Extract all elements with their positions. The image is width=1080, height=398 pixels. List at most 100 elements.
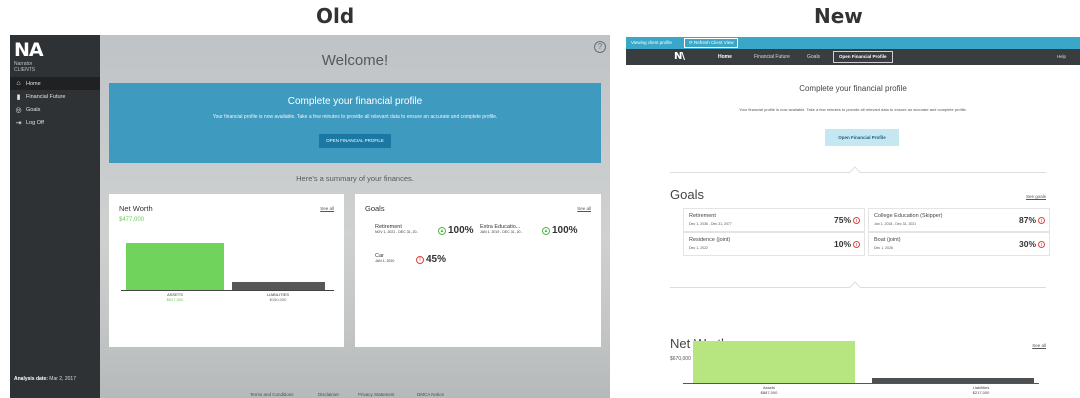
new-goals-title: Goals bbox=[670, 187, 704, 202]
old-net-worth-value: $477,000 bbox=[119, 217, 145, 223]
new-goals-see-all[interactable]: See goals bbox=[1026, 194, 1046, 199]
old-nav-item-home[interactable]: ⌂ Home bbox=[10, 77, 100, 90]
new-nav-home[interactable]: Home bbox=[718, 54, 732, 60]
old-nav-item-goals[interactable]: ◎ Goals bbox=[10, 103, 100, 116]
footer-link-dmca[interactable]: DMCA Notice bbox=[417, 392, 444, 397]
new-goal-dates: Dec 1, 2026 bbox=[874, 246, 893, 250]
new-nav-bar: N\ Home Financial Future Goals Open Fina… bbox=[626, 49, 1080, 65]
old-goal-pct-value: 100% bbox=[552, 225, 578, 236]
chart-bar-icon: ▮ bbox=[16, 93, 21, 101]
old-goal-item[interactable]: Extra Educatio... JAN 1, 2019 - DEC 31, … bbox=[480, 224, 600, 236]
old-nav-label: Log Off bbox=[26, 119, 44, 126]
new-heading: New bbox=[814, 4, 863, 28]
alert-icon: ! bbox=[1038, 240, 1045, 248]
old-goals-card: Goals See all Retirement NOV 1, 2021 - D… bbox=[355, 194, 601, 347]
new-profile-text: Your financial profile is now available.… bbox=[739, 107, 967, 112]
new-goal-pct: 10% ! bbox=[834, 239, 860, 249]
analysis-date-value: Mar 2, 2017 bbox=[49, 376, 76, 382]
new-client-bar: Viewing client profile ⟳ Refresh Client … bbox=[626, 37, 1080, 49]
new-profile-title: Complete your financial profile bbox=[799, 84, 907, 93]
new-goal-pct-value: 75% bbox=[833, 215, 851, 225]
analysis-date-label: Analysis date: bbox=[14, 376, 48, 382]
new-liabilities-label: Liabilities $217,000 bbox=[931, 385, 1031, 395]
old-chart-axis bbox=[121, 290, 334, 291]
old-net-worth-title: Net Worth bbox=[119, 204, 153, 213]
old-logo: NA bbox=[14, 39, 44, 61]
new-nav-open-profile-button[interactable]: Open Financial Profile bbox=[833, 51, 893, 63]
old-summary-text: Here's a summary of your finances. bbox=[296, 174, 414, 183]
new-goal-item[interactable]: College Education (Skipper) Jan 1, 2018 … bbox=[868, 208, 1050, 232]
old-goal-pct-value: 45% bbox=[426, 254, 447, 265]
new-nav-goals[interactable]: Goals bbox=[807, 54, 820, 60]
old-nav-label: Financial Future bbox=[26, 93, 66, 100]
new-chart-axis bbox=[683, 383, 1039, 384]
home-icon: ⌂ bbox=[16, 80, 21, 87]
divider-chevron bbox=[849, 281, 861, 293]
new-liabilities-value: $217,000 bbox=[972, 390, 990, 395]
new-logo: N\ bbox=[674, 51, 685, 62]
new-goal-name: College Education (Skipper) bbox=[874, 213, 943, 219]
footer-link-privacy[interactable]: Privacy Statement bbox=[358, 392, 395, 397]
new-goal-item[interactable]: Boat (joint) Dec 1, 2026 30% ! bbox=[868, 232, 1050, 256]
new-screenshot: Viewing client profile ⟳ Refresh Client … bbox=[626, 37, 1080, 398]
new-net-worth-see-all[interactable]: See all bbox=[1032, 343, 1046, 348]
old-nav-label: Goals bbox=[26, 106, 41, 113]
new-assets-label: Assets $887,000 bbox=[719, 385, 819, 395]
new-goal-dates: Jan 1, 2018 - Dec 31, 2021 bbox=[874, 222, 917, 226]
new-goal-pct-value: 30% bbox=[1018, 239, 1036, 249]
new-nav-financial-future[interactable]: Financial Future bbox=[754, 54, 790, 60]
old-liabilities-bar bbox=[232, 281, 325, 290]
comparison-view: Old New NA Narrator CLIENTS ⌂ Home ▮ Fin… bbox=[0, 0, 1080, 398]
new-help-link[interactable]: Help bbox=[1057, 54, 1066, 59]
new-goal-name: Residence (joint) bbox=[689, 237, 731, 243]
old-assets-value: $627,000 bbox=[166, 297, 184, 302]
new-goal-item[interactable]: Retirement Dec 1, 2036 - Dec 31, 2077 75… bbox=[683, 208, 865, 232]
old-net-worth-card: Net Worth See all $477,000 ASSETS $627,0… bbox=[109, 194, 344, 347]
old-profile-banner: Complete your financial profile Your fin… bbox=[109, 83, 601, 163]
new-goal-name: Boat (joint) bbox=[874, 237, 901, 243]
old-heading: Old bbox=[316, 4, 355, 28]
new-goal-pct-value: 10% bbox=[833, 239, 851, 249]
old-nav-item-log-off[interactable]: ⇥ Log Off bbox=[10, 116, 100, 129]
divider-chevron bbox=[849, 166, 861, 178]
old-nav-item-financial-future[interactable]: ▮ Financial Future bbox=[10, 90, 100, 103]
new-open-profile-button[interactable]: Open Financial Profile bbox=[825, 129, 899, 146]
old-open-profile-button[interactable]: OPEN FINANCIAL PROFILE bbox=[319, 134, 391, 148]
alert-icon: ! bbox=[1038, 216, 1045, 224]
old-goal-item[interactable]: Retirement NOV 1, 2021 - DEC 31, 20.. ▲ … bbox=[375, 224, 485, 236]
new-goal-pct: 75% ! bbox=[834, 215, 860, 225]
footer-link-disclaimer[interactable]: Disclaimer bbox=[318, 392, 339, 397]
old-welcome-title: Welcome! bbox=[321, 52, 389, 69]
old-main: ? Welcome! Complete your financial profi… bbox=[100, 35, 610, 398]
old-net-worth-see-all[interactable]: See all bbox=[320, 206, 334, 211]
old-goal-pct: ▲ 100% bbox=[542, 225, 578, 236]
old-goal-pct: ! 45% bbox=[416, 254, 446, 265]
new-goal-name: Retirement bbox=[689, 213, 716, 219]
old-goal-dates: JAN 1, 2019 - DEC 31, 20.. bbox=[480, 230, 523, 234]
old-nav-label: Home bbox=[26, 80, 41, 87]
status-ok-icon: ▲ bbox=[542, 226, 550, 235]
footer-link-terms[interactable]: Terms and Conditions bbox=[250, 392, 294, 397]
new-goal-dates: Dec 1, 2036 - Dec 31, 2077 bbox=[689, 222, 732, 226]
viewing-client-text: Viewing client profile bbox=[631, 40, 672, 45]
refresh-client-view-button[interactable]: ⟳ Refresh Client View bbox=[684, 38, 739, 48]
alert-icon: ! bbox=[853, 216, 860, 224]
new-goal-pct: 30% ! bbox=[1019, 239, 1045, 249]
old-nav: ⌂ Home ▮ Financial Future ◎ Goals ⇥ Log … bbox=[10, 77, 100, 129]
new-assets-bar bbox=[693, 341, 855, 383]
old-screenshot: NA Narrator CLIENTS ⌂ Home ▮ Financial F… bbox=[10, 35, 610, 398]
target-icon: ◎ bbox=[15, 106, 22, 114]
alert-icon: ! bbox=[853, 240, 860, 248]
new-goal-pct: 87% ! bbox=[1019, 215, 1045, 225]
old-liabilities-label: LIABILITIES $150,000 bbox=[229, 292, 327, 302]
status-ok-icon: ▲ bbox=[438, 226, 446, 235]
old-goals-see-all[interactable]: See all bbox=[577, 206, 591, 211]
old-sidebar: NA Narrator CLIENTS ⌂ Home ▮ Financial F… bbox=[10, 35, 100, 398]
new-goal-pct-value: 87% bbox=[1018, 215, 1036, 225]
old-analysis-date: Analysis date: Mar 2, 2017 bbox=[14, 376, 76, 382]
old-goal-pct: ▲ 100% bbox=[438, 225, 474, 236]
new-goal-item[interactable]: Residence (joint) Dec 1, 2022 10% ! bbox=[683, 232, 865, 256]
new-assets-value: $887,000 bbox=[760, 390, 778, 395]
old-goal-item[interactable]: Car JAN 1, 2020 ! 45% bbox=[375, 253, 485, 265]
old-banner-title: Complete your financial profile bbox=[287, 96, 423, 107]
